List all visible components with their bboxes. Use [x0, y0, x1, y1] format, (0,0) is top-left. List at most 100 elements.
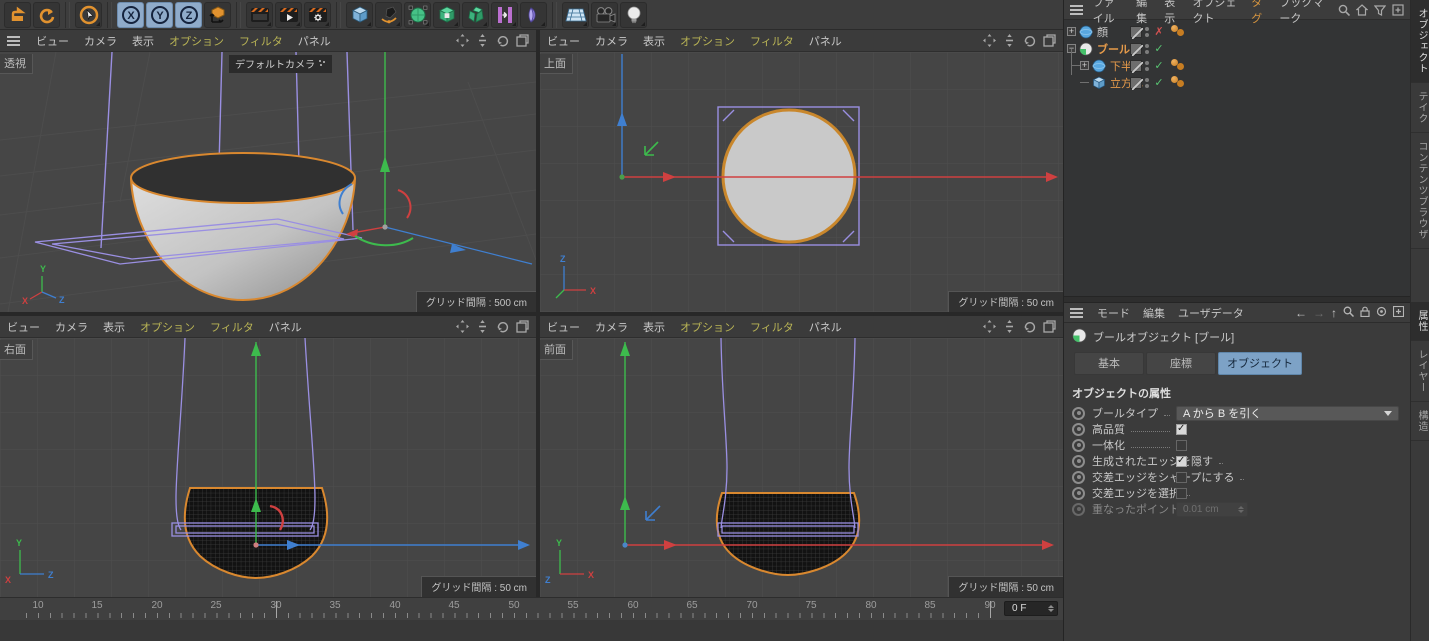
keyframe-circle-icon[interactable]: [1072, 454, 1085, 468]
add-layer-icon[interactable]: [1392, 3, 1404, 16]
menu-view[interactable]: ビュー: [36, 33, 69, 49]
toggle-single-view-icon[interactable]: [516, 320, 529, 333]
history-forward-icon[interactable]: →: [1313, 306, 1325, 320]
enable-state-icon[interactable]: ✓: [1153, 42, 1165, 55]
menu-panel[interactable]: パネル: [809, 319, 842, 335]
pan-view-icon[interactable]: [983, 320, 996, 333]
perspective-canvas[interactable]: Y X Z: [0, 52, 536, 312]
home-icon[interactable]: [1356, 3, 1368, 16]
current-frame-field[interactable]: 0 F: [1004, 601, 1058, 616]
menu-options[interactable]: オプション: [140, 319, 195, 335]
menu-panel[interactable]: パネル: [269, 319, 302, 335]
tab-object[interactable]: オブジェクト: [1218, 352, 1302, 375]
new-panel-icon[interactable]: [1392, 305, 1405, 320]
filter-icon[interactable]: [1374, 4, 1386, 16]
lock-x-axis-button[interactable]: X: [117, 1, 144, 28]
history-back-icon[interactable]: ←: [1295, 306, 1307, 320]
floor-button[interactable]: [562, 1, 589, 28]
search-icon[interactable]: [1338, 4, 1350, 16]
timeline-ruler[interactable]: 10 15 20 25 30 35 40 45 50 55 60 65 70 7…: [0, 598, 1063, 621]
rotate-view-icon[interactable]: [496, 34, 509, 47]
lock-z-axis-button[interactable]: Z: [175, 1, 202, 28]
object-row-face[interactable]: 顔 ✗: [1064, 23, 1410, 40]
redo-button[interactable]: [33, 1, 60, 28]
keyframe-circle-icon[interactable]: [1072, 406, 1085, 420]
enable-state-icon[interactable]: ✗: [1153, 25, 1165, 38]
front-canvas[interactable]: Y X Z: [540, 338, 1063, 597]
viewport-menu-icon[interactable]: [7, 36, 21, 46]
rotate-view-icon[interactable]: [496, 320, 509, 333]
hide-new-edges-checkbox[interactable]: [1176, 455, 1187, 467]
object-row-cube[interactable]: 立方体 ✓: [1064, 74, 1410, 91]
pan-view-icon[interactable]: [456, 320, 469, 333]
dolly-view-icon[interactable]: [1003, 320, 1016, 333]
dolly-view-icon[interactable]: [476, 34, 489, 47]
toggle-single-view-icon[interactable]: [1043, 34, 1056, 47]
object-tags[interactable]: [1171, 76, 1193, 89]
tab-object-manager[interactable]: オブジェクト: [1411, 0, 1429, 83]
menu-camera[interactable]: カメラ: [84, 33, 117, 49]
spline-pen-button[interactable]: [375, 1, 402, 28]
top-canvas[interactable]: Z X: [540, 52, 1063, 312]
deformer-button[interactable]: [462, 1, 489, 28]
layer-toggle-icon[interactable]: [1130, 59, 1143, 73]
value-spinner[interactable]: [1238, 505, 1244, 513]
lock-y-axis-button[interactable]: Y: [146, 1, 173, 28]
rotate-view-icon[interactable]: [1023, 34, 1036, 47]
render-to-picture-viewer-button[interactable]: [275, 1, 302, 28]
target-icon[interactable]: [1376, 306, 1387, 320]
keyframe-circle-icon[interactable]: [1072, 486, 1085, 500]
menu-panel[interactable]: パネル: [298, 33, 331, 49]
tab-attribute[interactable]: 属性: [1411, 302, 1429, 341]
add-cube-button[interactable]: [346, 1, 373, 28]
object-tags[interactable]: [1171, 59, 1193, 72]
object-manager-menu-icon[interactable]: [1070, 5, 1083, 15]
generator-button[interactable]: [433, 1, 460, 28]
tab-content-browser[interactable]: コンテンツブラウザ: [1411, 133, 1429, 249]
menu-view[interactable]: ビュー: [547, 33, 580, 49]
object-tags[interactable]: [1171, 25, 1193, 38]
visibility-dots-icon[interactable]: [1145, 77, 1150, 89]
menu-view[interactable]: ビュー: [547, 319, 580, 335]
menu-userdata[interactable]: ユーザデータ: [1178, 305, 1244, 321]
menu-display[interactable]: 表示: [103, 319, 125, 335]
tab-coordinates[interactable]: 座標: [1146, 352, 1216, 375]
timeline-track-area[interactable]: [0, 620, 1063, 641]
live-selection-button[interactable]: [75, 1, 102, 28]
object-name[interactable]: ブール: [1097, 41, 1130, 57]
visibility-dots-icon[interactable]: [1145, 43, 1150, 55]
frame-spinner[interactable]: [1048, 605, 1054, 612]
coordinate-system-button[interactable]: [204, 1, 231, 28]
select-intersections-checkbox[interactable]: [1176, 487, 1187, 499]
field-button[interactable]: [520, 1, 547, 28]
camera-badge[interactable]: デフォルトカメラ: [229, 55, 332, 73]
optimize-points-field[interactable]: 0.01 cm: [1176, 501, 1248, 517]
attribute-menu-icon[interactable]: [1070, 308, 1084, 318]
frame-marker-90[interactable]: [990, 601, 991, 618]
tab-layer[interactable]: レイヤー: [1411, 341, 1429, 402]
render-view-button[interactable]: [246, 1, 273, 28]
menu-options[interactable]: オプション: [680, 319, 735, 335]
object-row-boole[interactable]: ブール ✓: [1064, 40, 1410, 57]
lock-icon[interactable]: [1360, 306, 1370, 320]
layer-toggle-icon[interactable]: [1130, 25, 1143, 39]
menu-options[interactable]: オプション: [169, 33, 224, 49]
undo-button[interactable]: [4, 1, 31, 28]
dolly-view-icon[interactable]: [476, 320, 489, 333]
high-quality-checkbox[interactable]: [1176, 423, 1187, 435]
object-name[interactable]: 顔: [1097, 24, 1108, 40]
visibility-dots-icon[interactable]: [1145, 60, 1150, 72]
toggle-single-view-icon[interactable]: [1043, 320, 1056, 333]
light-button[interactable]: [620, 1, 647, 28]
dolly-view-icon[interactable]: [1003, 34, 1016, 47]
tab-take[interactable]: テイク: [1411, 83, 1429, 133]
menu-camera[interactable]: カメラ: [595, 319, 628, 335]
menu-options[interactable]: オプション: [680, 33, 735, 49]
panel-splitter[interactable]: [1064, 296, 1410, 303]
layer-toggle-icon[interactable]: [1130, 76, 1143, 90]
frame-marker-30[interactable]: [276, 601, 277, 618]
boole-type-dropdown[interactable]: A から B を引く: [1176, 405, 1399, 421]
search-icon[interactable]: [1343, 306, 1355, 320]
keyframe-circle-icon[interactable]: [1072, 438, 1085, 452]
menu-camera[interactable]: カメラ: [595, 33, 628, 49]
